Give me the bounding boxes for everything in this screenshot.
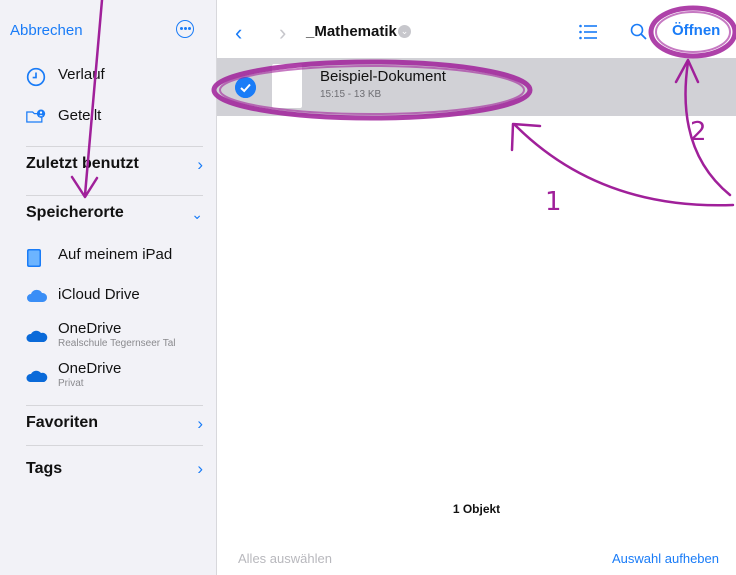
- location-subtitle: Realschule Tegernseer Tal: [58, 338, 176, 349]
- location-subtitle: Privat: [58, 378, 84, 389]
- chevron-down-icon: ⌄: [191, 206, 203, 222]
- chevron-right-icon: ›: [197, 459, 203, 478]
- section-title: Tags: [26, 460, 63, 477]
- search-icon[interactable]: [630, 23, 648, 41]
- file-row[interactable]: Beispiel-Dokument 15:15 - 13 KB: [217, 58, 736, 116]
- section-locations[interactable]: Speicherorte ⌄: [26, 195, 203, 236]
- chevron-right-icon: ›: [197, 414, 203, 433]
- sidebar: Abbrechen Verlauf Geteilt Zuletzt benutz…: [0, 0, 217, 575]
- location-name: iCloud Drive: [58, 286, 140, 303]
- cancel-button[interactable]: Abbrechen: [10, 22, 83, 39]
- forward-button[interactable]: ›: [279, 20, 286, 46]
- chevron-down-icon[interactable]: ⌄: [398, 25, 411, 38]
- section-title: Speicherorte: [26, 204, 124, 221]
- open-button[interactable]: Öffnen: [672, 22, 720, 39]
- folder-title[interactable]: _Mathematik: [306, 23, 397, 40]
- file-name: Beispiel-Dokument: [320, 68, 446, 85]
- document-thumbnail: [272, 64, 302, 108]
- checkmark-icon[interactable]: [235, 77, 256, 98]
- more-options-icon[interactable]: [176, 20, 194, 38]
- deselect-button[interactable]: Auswahl aufheben: [612, 551, 719, 566]
- file-browser: ‹ › _Mathematik ⌄ Öffnen Beispiel-Dokume…: [217, 0, 736, 575]
- file-meta: 15:15 - 13 KB: [320, 89, 382, 100]
- list-view-icon[interactable]: [579, 24, 597, 40]
- location-name: Auf meinem iPad: [58, 246, 173, 263]
- sidebar-header: Abbrechen: [10, 20, 206, 42]
- icloud-icon: [27, 289, 48, 302]
- location-name: OneDrive: [58, 320, 122, 337]
- clock-icon: [26, 67, 46, 87]
- sidebar-item-label: Verlauf: [58, 66, 105, 83]
- section-tags[interactable]: Tags ›: [26, 445, 203, 486]
- shared-folder-icon: [26, 109, 46, 123]
- section-title: Favoriten: [26, 414, 99, 431]
- section-title: Zuletzt benutzt: [26, 155, 139, 172]
- item-count: 1 Objekt: [452, 502, 501, 516]
- section-favorites[interactable]: Favoriten ›: [26, 405, 203, 446]
- onedrive-icon: [26, 330, 48, 342]
- ipad-icon: [27, 249, 41, 267]
- location-name: OneDrive: [58, 360, 122, 377]
- back-button[interactable]: ‹: [235, 20, 242, 46]
- sidebar-item-label: Geteilt: [58, 107, 102, 124]
- onedrive-icon: [26, 370, 48, 382]
- chevron-right-icon: ›: [197, 155, 203, 174]
- select-all-button[interactable]: Alles auswählen: [238, 551, 332, 566]
- section-recent[interactable]: Zuletzt benutzt ›: [26, 146, 203, 187]
